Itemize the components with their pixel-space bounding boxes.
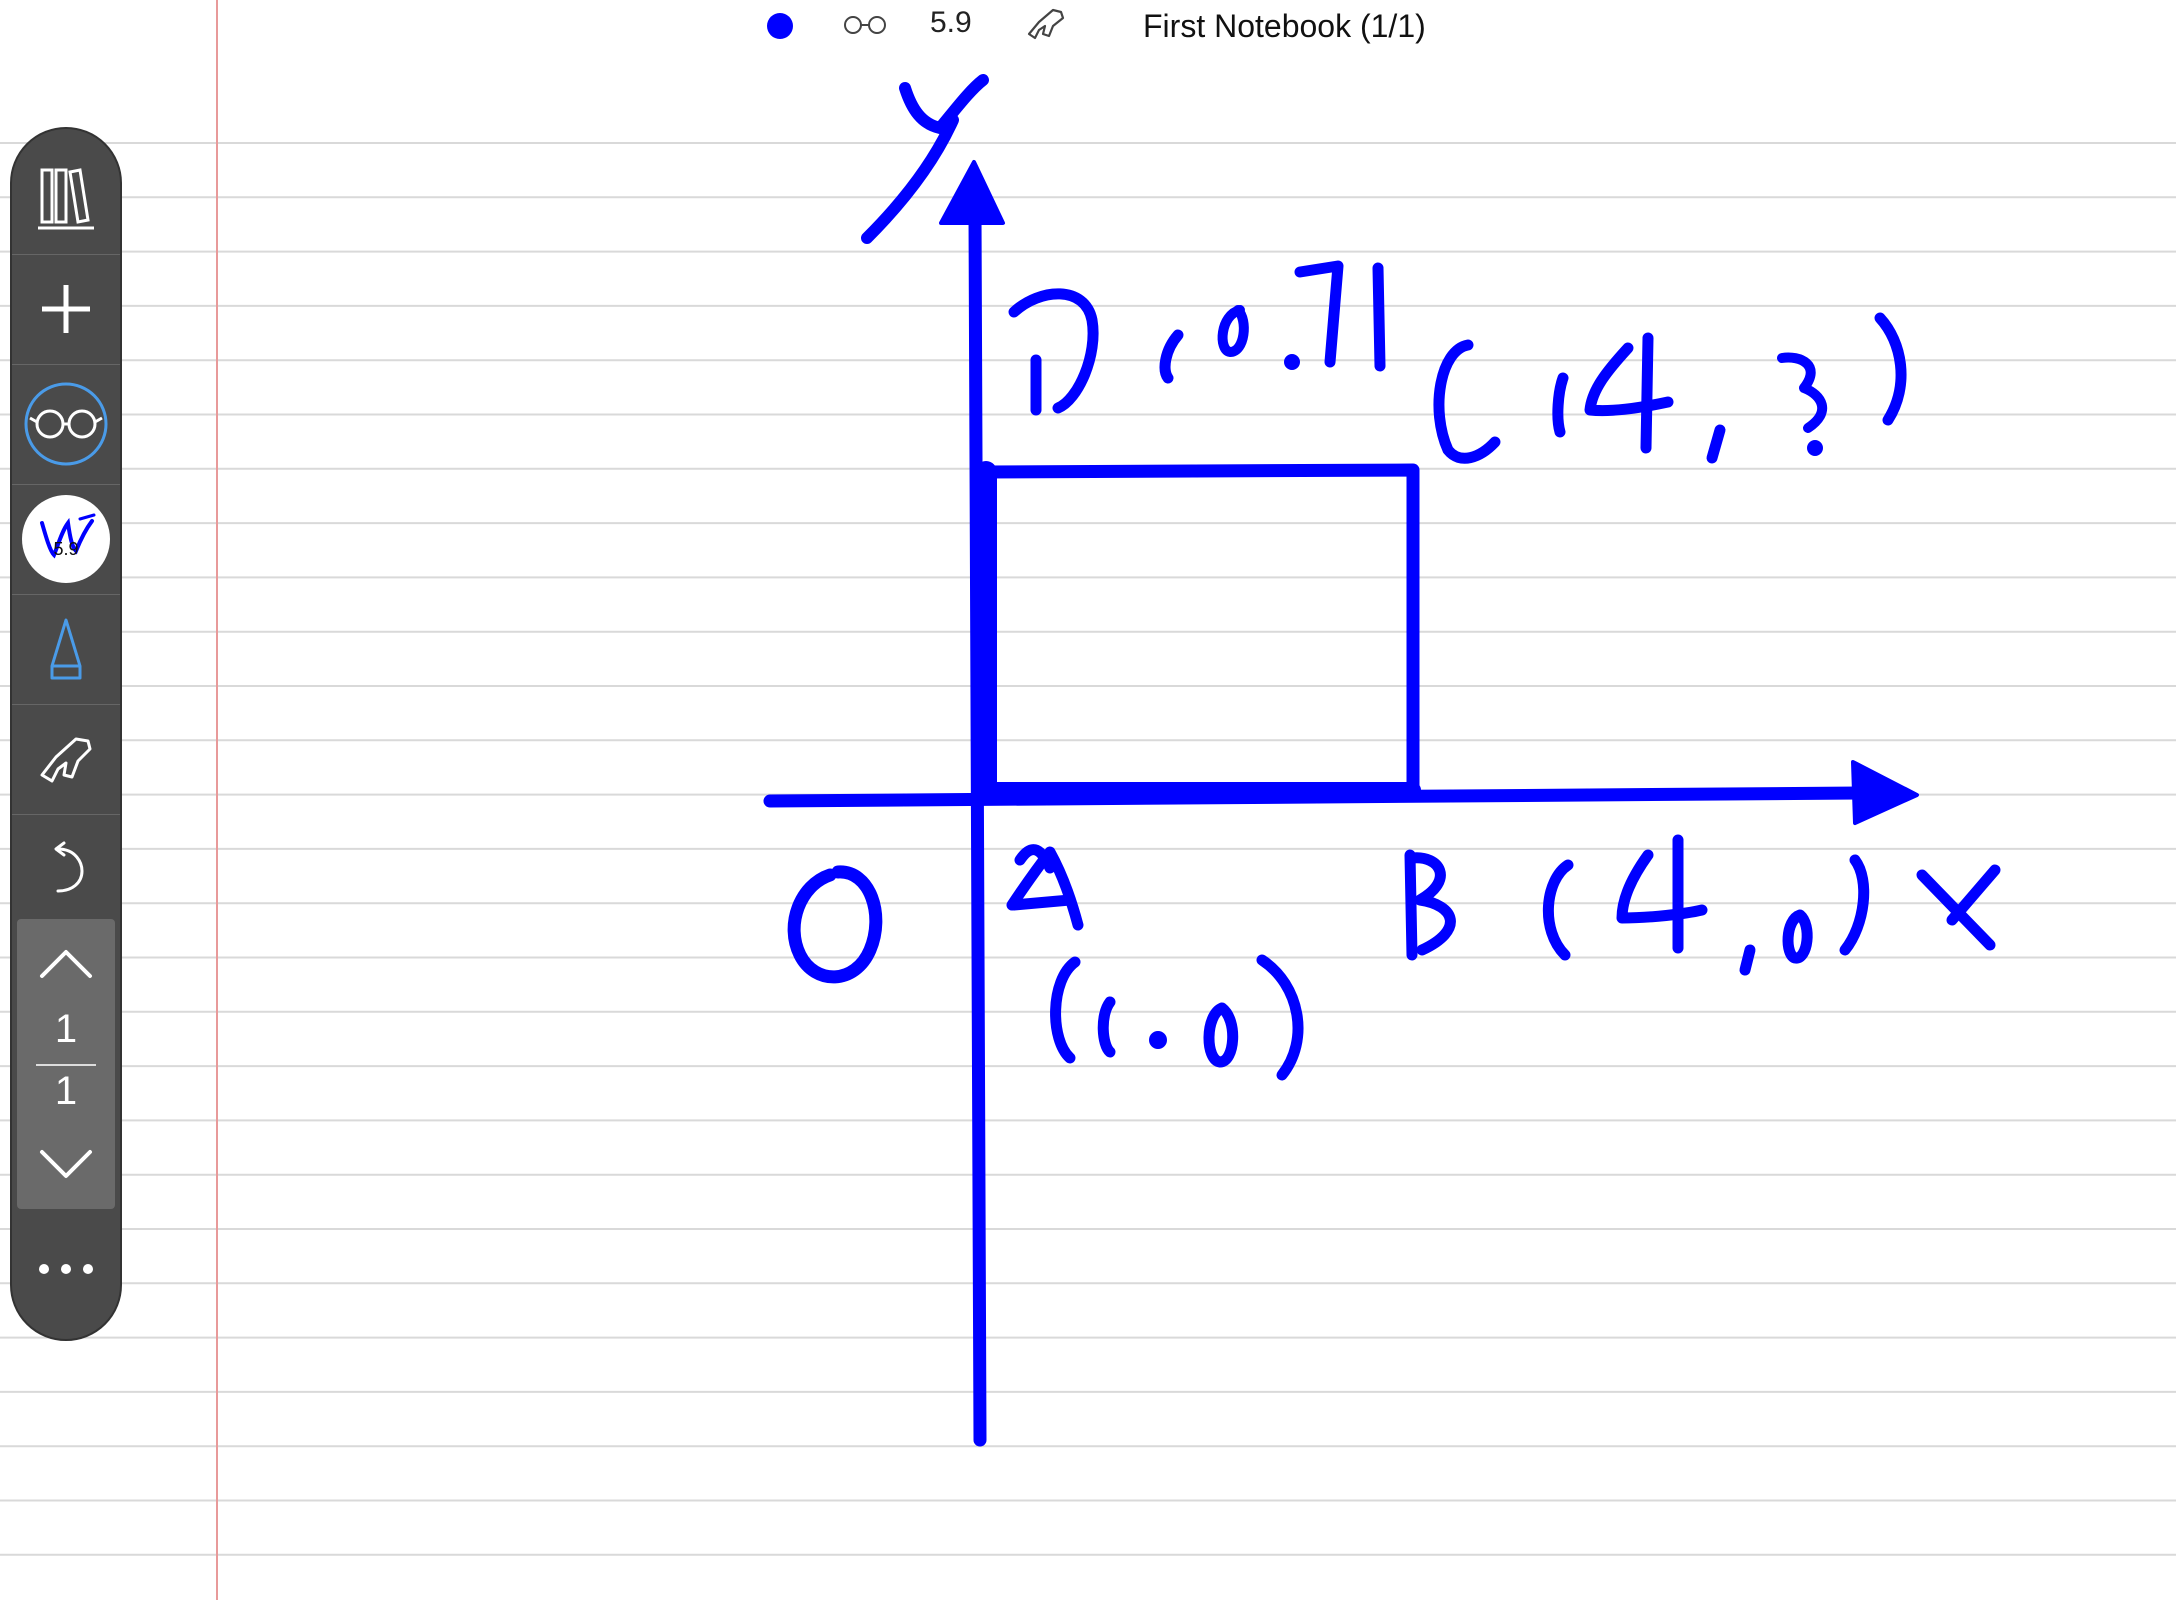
y-axis-arrowhead: [939, 160, 1005, 225]
x-axis-arrowhead: [1851, 760, 1919, 825]
label-c-stroke: [1433, 339, 1501, 464]
y-axis-stroke: [968, 208, 987, 1447]
label-b-stroke: [1404, 849, 1418, 961]
y-label-stroke: [899, 74, 989, 134]
origin-o-stroke: [787, 865, 883, 984]
label-d-stroke: [1008, 288, 1099, 414]
ink-drawing[interactable]: [0, 0, 2176, 1600]
rectangle-stroke: [979, 463, 1420, 797]
